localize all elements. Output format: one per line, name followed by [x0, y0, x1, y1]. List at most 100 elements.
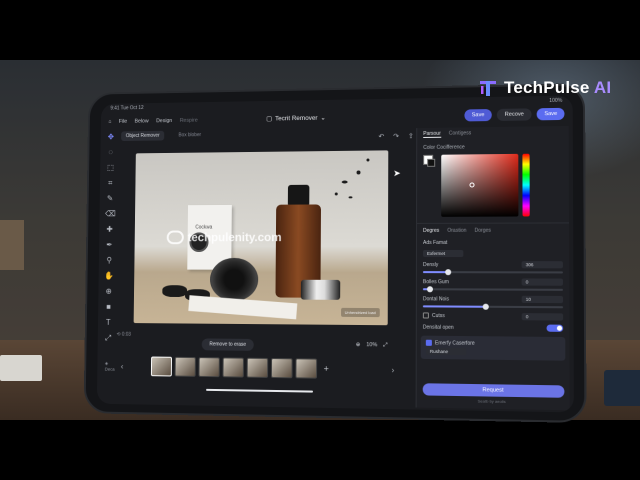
tab-object-remover[interactable]: Object Remover: [121, 131, 164, 141]
zoom-icon[interactable]: ⊕: [356, 342, 361, 349]
redo-icon[interactable]: ↷: [393, 132, 399, 140]
save-secondary-button[interactable]: Save: [537, 108, 564, 121]
tab-orastion[interactable]: Orastion: [447, 228, 466, 234]
select-tool-icon[interactable]: ⬚: [106, 163, 115, 173]
share-icon[interactable]: ⇪: [408, 132, 414, 140]
color-swatch-icon[interactable]: ■: [104, 302, 113, 312]
chevron-down-icon: ⌄: [320, 114, 325, 122]
heal-tool-icon[interactable]: ✚: [105, 225, 114, 235]
rotate-icon[interactable]: ⟲: [117, 332, 121, 338]
ads-format-row[interactable]: Ads Famat: [417, 238, 569, 248]
dust-speck: [366, 159, 369, 162]
lasso-tool-icon[interactable]: ◌: [106, 148, 115, 158]
density-slider[interactable]: [423, 271, 563, 273]
layers-icon: ◈: [105, 360, 108, 365]
saturation-value-area[interactable]: [441, 154, 518, 217]
tablet-device: 9:41 Tue Oct 12 100% ⌂ File Below Design…: [84, 83, 587, 423]
crop-tool-icon[interactable]: ⌗: [106, 179, 115, 189]
cutss-label[interactable]: Cutss: [423, 313, 445, 320]
tab-dorges[interactable]: Dorges: [475, 228, 491, 234]
background-swatch[interactable]: [427, 159, 435, 167]
add-thumbnail-icon[interactable]: +: [324, 364, 329, 374]
thumbnail[interactable]: [174, 357, 195, 377]
bolles-gum-slider[interactable]: [423, 288, 563, 291]
emphasis-label-text: Emerfy Caserfore: [435, 340, 475, 347]
tab-contigess[interactable]: Contigess: [449, 130, 471, 137]
menu-respire[interactable]: Respire: [180, 118, 198, 124]
densital-toggle[interactable]: [547, 325, 564, 332]
property-tabs: Degres Orastion Dorges: [417, 222, 569, 238]
dontal-value[interactable]: 10: [522, 296, 563, 303]
density-knob[interactable]: [445, 269, 451, 275]
ads-format-label: Ads Famat: [423, 240, 447, 246]
tab-degres[interactable]: Degres: [423, 228, 439, 234]
text-tool-icon[interactable]: T: [104, 318, 113, 328]
layers-label[interactable]: ◈ Deca: [105, 360, 118, 371]
thumbnail[interactable]: [295, 358, 317, 378]
layer-select[interactable]: Exfermet: [423, 250, 463, 257]
properties-panel: Parsour Contigess Color Cocifference Deg…: [416, 126, 570, 410]
document-icon: ▢: [266, 115, 272, 123]
menu-below[interactable]: Below: [135, 119, 149, 125]
document-title-dropdown[interactable]: ▢ Tecrit Remover ⌄: [266, 114, 326, 123]
status-time: 9:41 Tue Oct 12: [110, 105, 143, 111]
recove-button[interactable]: Recove: [497, 108, 532, 121]
menu-file[interactable]: File: [119, 119, 127, 125]
selected-item[interactable]: Rushane: [426, 348, 467, 356]
chevron-right-icon[interactable]: ›: [392, 365, 395, 374]
density-row: Densly 306: [417, 259, 569, 270]
fit-icon[interactable]: ⤢: [383, 342, 387, 349]
bottle-cap: [288, 185, 310, 207]
home-icon[interactable]: ⌂: [108, 119, 111, 125]
canvas-photo[interactable]: Cockwa techpulenity.com Unhendrized load: [134, 150, 389, 325]
bolles-gum-knob[interactable]: [427, 286, 433, 292]
cutss-value[interactable]: 0: [522, 313, 563, 320]
dontal-fill: [423, 305, 486, 307]
undo-icon[interactable]: ↶: [378, 133, 384, 141]
pen-tool-icon[interactable]: ✒: [105, 240, 114, 250]
densital-row: Densital open: [417, 321, 570, 334]
panel-footnote: Seatb by aeolis: [478, 398, 506, 404]
dontal-slider[interactable]: [423, 305, 563, 308]
status-date: Tue Oct 12: [121, 105, 144, 111]
dust-speck: [342, 181, 348, 184]
dust-speck: [357, 170, 361, 174]
thumbnail[interactable]: [151, 357, 172, 377]
dontal-knob[interactable]: [483, 304, 489, 310]
book: [604, 370, 640, 406]
transform-tool-icon[interactable]: ⤢: [103, 334, 112, 344]
thumbnail[interactable]: [271, 358, 293, 378]
thumbnail[interactable]: [198, 357, 219, 377]
tab-box-blober[interactable]: Box blober: [174, 130, 206, 140]
emphasis-checkbox[interactable]: [426, 340, 432, 346]
bolles-gum-row: Bolles Gum 0: [417, 276, 569, 288]
color-picker[interactable]: [423, 153, 563, 221]
hand-tool-icon[interactable]: ✋: [104, 271, 113, 281]
cutss-checkbox[interactable]: [423, 313, 429, 319]
tablet-screen: 9:41 Tue Oct 12 100% ⌂ File Below Design…: [97, 96, 574, 413]
thumbnail[interactable]: [222, 357, 243, 377]
zoom-level[interactable]: 10%: [366, 342, 377, 349]
eyedropper-icon[interactable]: ⚲: [104, 256, 113, 266]
tab-parsour[interactable]: Parsour: [423, 131, 441, 138]
density-value[interactable]: 306: [522, 261, 563, 268]
thumbnail[interactable]: [246, 358, 268, 378]
menu-design[interactable]: Design: [156, 118, 172, 124]
hue-slider[interactable]: [522, 154, 529, 217]
letterbox-top: [0, 0, 640, 60]
brush-tool-icon[interactable]: ✎: [105, 194, 114, 204]
brand-name: TechPulse AI: [504, 78, 611, 98]
dust-speck: [349, 196, 353, 198]
request-button[interactable]: Request: [423, 383, 565, 398]
save-button[interactable]: Save: [465, 109, 492, 121]
move-tool-icon[interactable]: ✥: [106, 132, 115, 142]
chevron-left-icon[interactable]: ‹: [121, 362, 124, 371]
watermark-text[interactable]: techpulenity.com: [188, 230, 282, 244]
bolles-gum-value[interactable]: 0: [522, 278, 563, 285]
eraser-tool-icon[interactable]: ⌫: [105, 209, 114, 219]
color-cursor[interactable]: [469, 182, 474, 187]
paper-sheet: [188, 295, 297, 319]
emphasis-section[interactable]: Emerfy Caserfore Rushane: [421, 336, 566, 361]
zoom-tool-icon[interactable]: ⊕: [104, 287, 113, 297]
pointer-cursor-icon: ➤: [393, 168, 401, 179]
